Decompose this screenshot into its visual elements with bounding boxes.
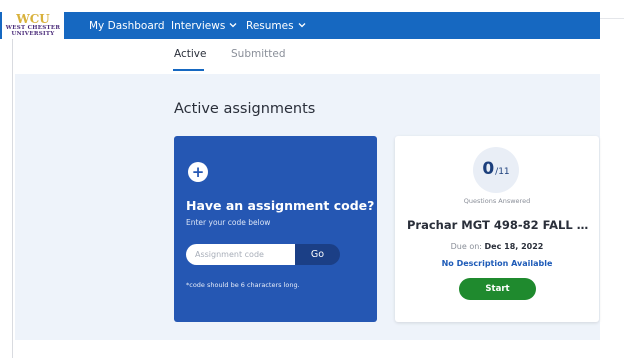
tab-submitted[interactable]: Submitted	[231, 48, 286, 60]
description-text: No Description Available	[441, 259, 553, 268]
logo-line-2: UNIVERSITY	[11, 31, 55, 37]
nav-my-dashboard-label: My Dashboard	[89, 19, 165, 32]
assignment-title: Prachar MGT 498-82 FALL 2...	[407, 218, 593, 232]
code-card-subtext: Enter your code below	[186, 218, 271, 227]
page-title: Active assignments	[174, 101, 316, 117]
assignment-code-input[interactable]	[186, 244, 295, 265]
tab-active[interactable]: Active	[174, 48, 206, 60]
due-label: Due on:	[450, 242, 485, 251]
questions-answered-label: Questions Answered	[463, 197, 531, 205]
go-button[interactable]: Go	[295, 244, 340, 265]
nav-interviews[interactable]: Interviews	[171, 12, 237, 39]
code-length-hint: *code should be 6 characters long.	[186, 281, 300, 289]
answered-count: 0	[482, 159, 495, 179]
due-date-line: Due on: Dec 18, 2022	[395, 242, 599, 251]
plus-icon[interactable]: +	[188, 162, 208, 182]
questions-counter: 0 /11	[473, 147, 519, 193]
nav-resumes[interactable]: Resumes	[246, 12, 306, 39]
total-count: /11	[495, 167, 510, 177]
due-date: Dec 18, 2022	[484, 242, 544, 251]
chevron-down-icon	[298, 21, 306, 30]
code-card-heading: Have an assignment code?	[186, 198, 375, 213]
chevron-down-icon	[229, 21, 237, 30]
start-button[interactable]: Start	[459, 278, 536, 300]
nav-my-dashboard[interactable]: My Dashboard	[89, 12, 165, 39]
top-navigation-bar: WCU WEST CHESTER UNIVERSITY My Dashboard…	[0, 12, 600, 39]
logo-mark: WCU	[16, 12, 50, 26]
assignment-code-card: + Have an assignment code? Enter your co…	[174, 136, 377, 322]
nav-interviews-label: Interviews	[171, 19, 226, 32]
university-logo[interactable]: WCU WEST CHESTER UNIVERSITY	[2, 12, 64, 39]
active-tab-indicator	[173, 69, 204, 71]
assignment-card: 0 /11 Questions Answered Prachar MGT 498…	[395, 136, 599, 322]
nav-resumes-label: Resumes	[246, 19, 294, 32]
